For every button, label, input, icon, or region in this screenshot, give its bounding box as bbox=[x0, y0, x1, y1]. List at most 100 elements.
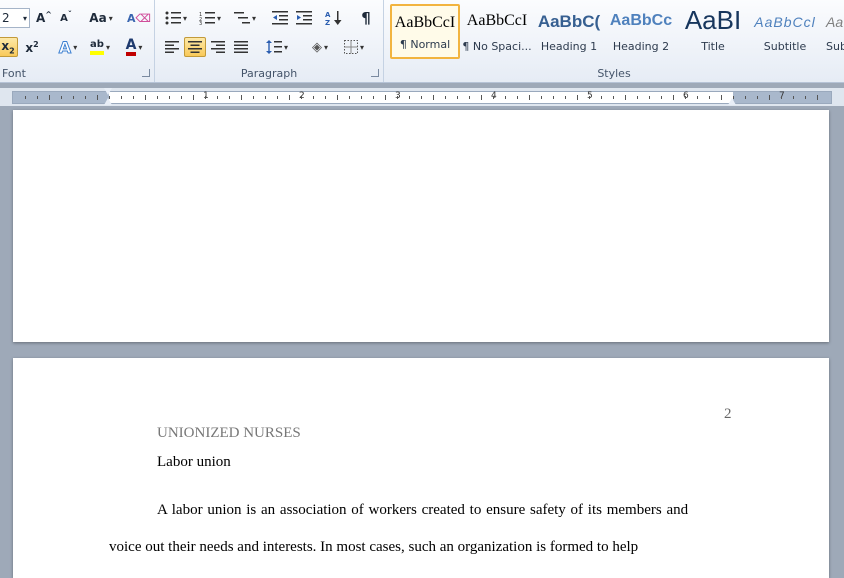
ruler-tick bbox=[157, 96, 158, 99]
ruler-tick bbox=[421, 96, 422, 99]
borders-button[interactable] bbox=[339, 37, 369, 57]
align-right-button[interactable] bbox=[207, 37, 229, 57]
ruler-tick bbox=[625, 95, 626, 100]
body-line: voice out their needs and interests. In … bbox=[109, 539, 639, 555]
ruler-tick bbox=[97, 95, 98, 100]
increase-indent-button[interactable] bbox=[293, 8, 315, 28]
shading-button[interactable]: ◈ bbox=[305, 37, 335, 57]
page-1-bottom[interactable] bbox=[13, 110, 829, 342]
ruler-tick bbox=[133, 96, 134, 99]
multilevel-list-button[interactable] bbox=[229, 8, 261, 28]
ruler-tick bbox=[601, 96, 602, 99]
paragraph-dialog-launcher-icon[interactable] bbox=[371, 69, 379, 77]
ruler-tick bbox=[661, 96, 662, 99]
ruler-tick bbox=[685, 96, 686, 99]
numbering-button[interactable]: 123 bbox=[195, 8, 225, 28]
running-head: UNIONIZED NURSES bbox=[157, 425, 301, 441]
ruler-tick bbox=[313, 96, 314, 99]
style-normal[interactable]: AaBbCcI ¶ Normal bbox=[390, 4, 460, 59]
ruler-tick bbox=[541, 96, 542, 99]
font-dialog-launcher-icon[interactable] bbox=[142, 69, 150, 77]
multilevel-list-icon bbox=[233, 12, 250, 24]
style-title[interactable]: AaBI Title bbox=[678, 4, 748, 59]
ruler-tick bbox=[205, 96, 206, 99]
ruler-tick bbox=[349, 96, 350, 99]
show-hide-marks-button[interactable]: ¶ bbox=[355, 8, 377, 28]
ruler-tick bbox=[181, 96, 182, 99]
ruler-tick bbox=[565, 96, 566, 99]
ruler-tick bbox=[169, 96, 170, 99]
pilcrow-icon: ¶ bbox=[361, 9, 371, 27]
grow-font-button[interactable]: A ^ bbox=[34, 8, 54, 28]
ruler-tick bbox=[649, 96, 650, 99]
style-subtitle[interactable]: AaBbCcl Subtitle bbox=[750, 4, 820, 59]
ruler-tick bbox=[529, 95, 530, 100]
style-name-normal: ¶ Normal bbox=[399, 38, 451, 51]
ruler-tick bbox=[361, 96, 362, 99]
first-line-indent-marker[interactable] bbox=[104, 88, 112, 95]
bullets-icon bbox=[165, 11, 181, 25]
change-case-button[interactable]: Aa bbox=[86, 8, 116, 28]
borders-icon bbox=[343, 40, 358, 54]
superscript-button[interactable]: x2 bbox=[22, 37, 42, 57]
horizontal-ruler[interactable]: 1 2 3 4 5 6 7 bbox=[0, 88, 844, 106]
bullets-button[interactable] bbox=[161, 8, 191, 28]
ruler-tick bbox=[217, 96, 218, 99]
style-name-subtle: Sub bbox=[826, 40, 844, 53]
caret-up-icon: ^ bbox=[45, 9, 52, 19]
ruler-tick bbox=[721, 95, 722, 100]
increase-indent-icon bbox=[296, 11, 312, 25]
style-sample-subtle: Aa bbox=[826, 14, 844, 30]
highlight-color-button[interactable]: ab bbox=[84, 37, 116, 57]
svg-text:3: 3 bbox=[199, 21, 202, 25]
hanging-indent-marker[interactable] bbox=[104, 98, 112, 105]
ruler-tick bbox=[637, 96, 638, 99]
ruler-tick bbox=[253, 96, 254, 99]
right-indent-marker[interactable] bbox=[728, 98, 736, 105]
ruler-tick bbox=[805, 96, 806, 99]
line-spacing-button[interactable] bbox=[261, 37, 293, 57]
sort-button[interactable]: AZ bbox=[323, 8, 345, 28]
subscript-button[interactable]: x2 bbox=[0, 37, 18, 57]
ruler-tick bbox=[241, 95, 242, 100]
style-sample-subtitle: AaBbCcl bbox=[754, 14, 816, 30]
align-left-button[interactable] bbox=[161, 37, 183, 57]
ribbon: 2 ▾ A^ Aˇ Aa A⌫ x2 x2 A ab A Font bbox=[0, 0, 844, 83]
ruler-tick bbox=[589, 96, 590, 99]
ruler-tick bbox=[673, 95, 674, 100]
ruler-tick bbox=[145, 95, 146, 100]
paint-bucket-icon: ◈ bbox=[311, 39, 322, 55]
page-number: 2 bbox=[724, 406, 732, 422]
text-effects-button[interactable]: A bbox=[54, 37, 82, 57]
ruler-tick bbox=[757, 96, 758, 99]
style-heading-1[interactable]: AaBbC( Heading 1 bbox=[534, 4, 604, 59]
align-center-button[interactable] bbox=[184, 37, 206, 57]
style-name-heading-1: Heading 1 bbox=[540, 40, 598, 53]
ruler-tick bbox=[481, 95, 482, 100]
ruler-tick bbox=[229, 96, 230, 99]
font-size-combo[interactable]: 2 ▾ bbox=[0, 8, 30, 28]
ruler-tick bbox=[325, 96, 326, 99]
style-sample-heading-1: AaBbC( bbox=[537, 12, 601, 31]
justify-icon bbox=[234, 41, 248, 53]
style-subtle-emphasis[interactable]: Aa Sub bbox=[822, 4, 844, 59]
ruler-tick bbox=[445, 96, 446, 99]
shrink-font-label: A bbox=[60, 12, 68, 24]
page-2[interactable]: 2 UNIONIZED NURSES Labor union A labor u… bbox=[13, 358, 829, 578]
font-color-button[interactable]: A bbox=[118, 37, 150, 57]
clear-formatting-button[interactable]: A⌫ bbox=[127, 8, 151, 28]
decrease-indent-button[interactable] bbox=[269, 8, 291, 28]
section-heading: Labor union bbox=[157, 454, 231, 470]
style-no-spacing[interactable]: AaBbCcI ¶ No Spaci... bbox=[462, 4, 532, 59]
ruler-tick bbox=[493, 96, 494, 99]
shrink-font-button[interactable]: Aˇ bbox=[56, 8, 76, 28]
sort-icon: AZ bbox=[325, 11, 342, 26]
body-line: A labor union is an association of worke… bbox=[157, 502, 689, 518]
ruler-tick bbox=[37, 96, 38, 99]
style-heading-2[interactable]: AaBbCc Heading 2 bbox=[606, 4, 676, 59]
justify-button[interactable] bbox=[230, 37, 252, 57]
align-center-icon bbox=[188, 41, 202, 53]
style-name-subtitle: Subtitle bbox=[763, 40, 807, 53]
align-left-icon bbox=[165, 41, 179, 53]
ruler-tick bbox=[61, 96, 62, 99]
